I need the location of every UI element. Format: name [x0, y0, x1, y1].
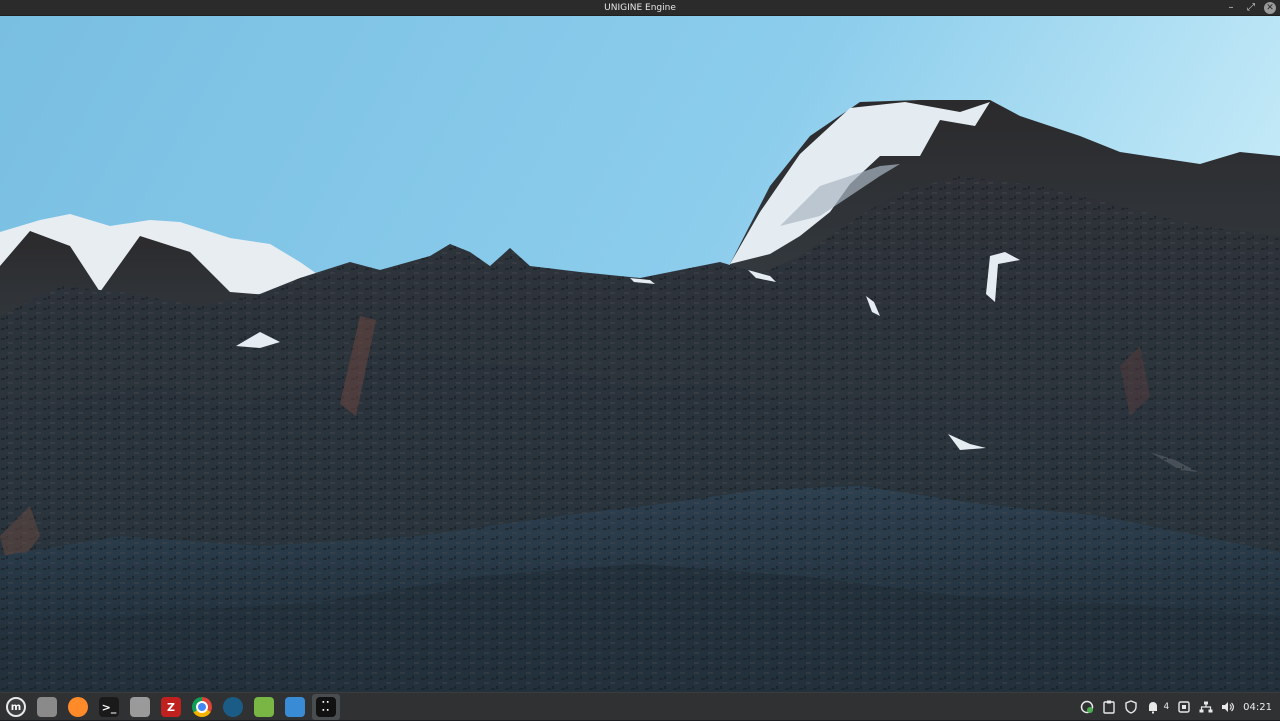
mint-menu-icon: m: [6, 697, 26, 717]
files-icon: [130, 697, 150, 717]
taskbar-app-steam[interactable]: [219, 694, 247, 720]
shield-icon[interactable]: [1124, 700, 1138, 714]
workspace-icon[interactable]: [1177, 700, 1191, 714]
chrome-icon: [192, 697, 212, 717]
taskbar-app-mint-menu[interactable]: m: [2, 694, 30, 720]
minimize-button[interactable]: –: [1224, 1, 1238, 15]
taskbar-app-editor[interactable]: [281, 694, 309, 720]
show-desktop-icon: [37, 697, 57, 717]
unigine-icon: ⋅⋅ ⋅⋅: [316, 697, 336, 717]
taskbar-app-software-manager[interactable]: [250, 694, 278, 720]
taskbar-app-files[interactable]: [126, 694, 154, 720]
filezilla-icon: Z: [161, 697, 181, 717]
restore-button[interactable]: ⤢: [1244, 1, 1258, 15]
taskbar-apps: m >_ Z ⋅⋅ ⋅⋅: [2, 693, 340, 721]
firefox-icon: [68, 697, 88, 717]
taskbar-app-filezilla[interactable]: Z: [157, 694, 185, 720]
notification-count: 4: [1163, 702, 1170, 712]
volume-icon[interactable]: [1221, 700, 1235, 714]
window-controls: – ⤢ ✕: [1224, 0, 1276, 16]
close-button[interactable]: ✕: [1264, 2, 1276, 14]
clock[interactable]: 04:21: [1243, 702, 1272, 713]
engine-viewport[interactable]: [0, 16, 1280, 692]
steam-icon: [223, 697, 243, 717]
taskbar: m >_ Z ⋅⋅ ⋅⋅ 4 04:21: [0, 692, 1280, 720]
update-manager-icon[interactable]: [1080, 700, 1094, 714]
software-manager-icon: [254, 697, 274, 717]
clipboard-icon[interactable]: [1102, 700, 1116, 714]
editor-icon: [285, 697, 305, 717]
notifications-icon[interactable]: [1146, 700, 1160, 714]
window-title: UNIGINE Engine: [604, 3, 676, 13]
window-titlebar[interactable]: UNIGINE Engine – ⤢ ✕: [0, 0, 1280, 16]
taskbar-app-show-desktop[interactable]: [33, 694, 61, 720]
network-icon[interactable]: [1199, 700, 1213, 714]
taskbar-app-unigine[interactable]: ⋅⋅ ⋅⋅: [312, 694, 340, 720]
terminal-icon: >_: [99, 697, 119, 717]
taskbar-app-firefox[interactable]: [64, 694, 92, 720]
taskbar-app-chrome[interactable]: [188, 694, 216, 720]
system-tray: 4 04:21: [1080, 693, 1272, 721]
terrain-scene: [0, 16, 1280, 692]
taskbar-app-terminal[interactable]: >_: [95, 694, 123, 720]
